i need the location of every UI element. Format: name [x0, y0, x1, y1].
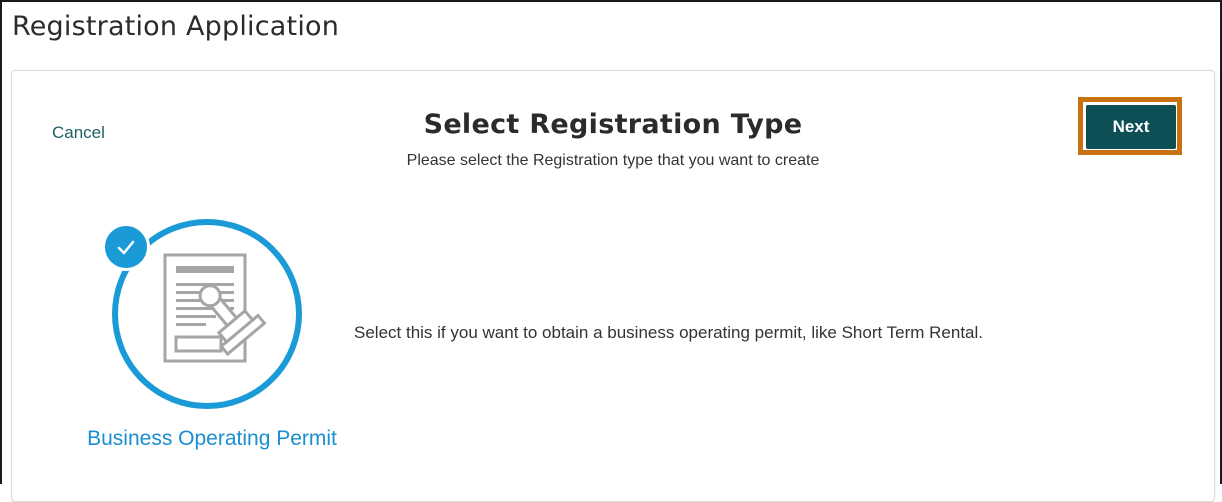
next-button[interactable]: Next	[1086, 105, 1176, 149]
page-title: Registration Application	[12, 11, 340, 42]
heading-container: Select Registration Type	[12, 109, 1214, 140]
section-subtitle: Please select the Registration type that…	[406, 152, 820, 169]
registration-option-business-operating-permit[interactable]: Business Operating Permit	[52, 211, 372, 461]
checkmark-icon	[117, 240, 135, 255]
selected-check-badge	[102, 223, 150, 271]
section-heading: Select Registration Type	[423, 109, 803, 140]
option-description: Select this if you want to obtain a busi…	[354, 323, 984, 342]
option-label[interactable]: Business Operating Permit	[52, 427, 372, 451]
registration-type-panel: Cancel Select Registration Type Please s…	[11, 70, 1215, 502]
permit-document-stamp-icon	[163, 253, 267, 363]
